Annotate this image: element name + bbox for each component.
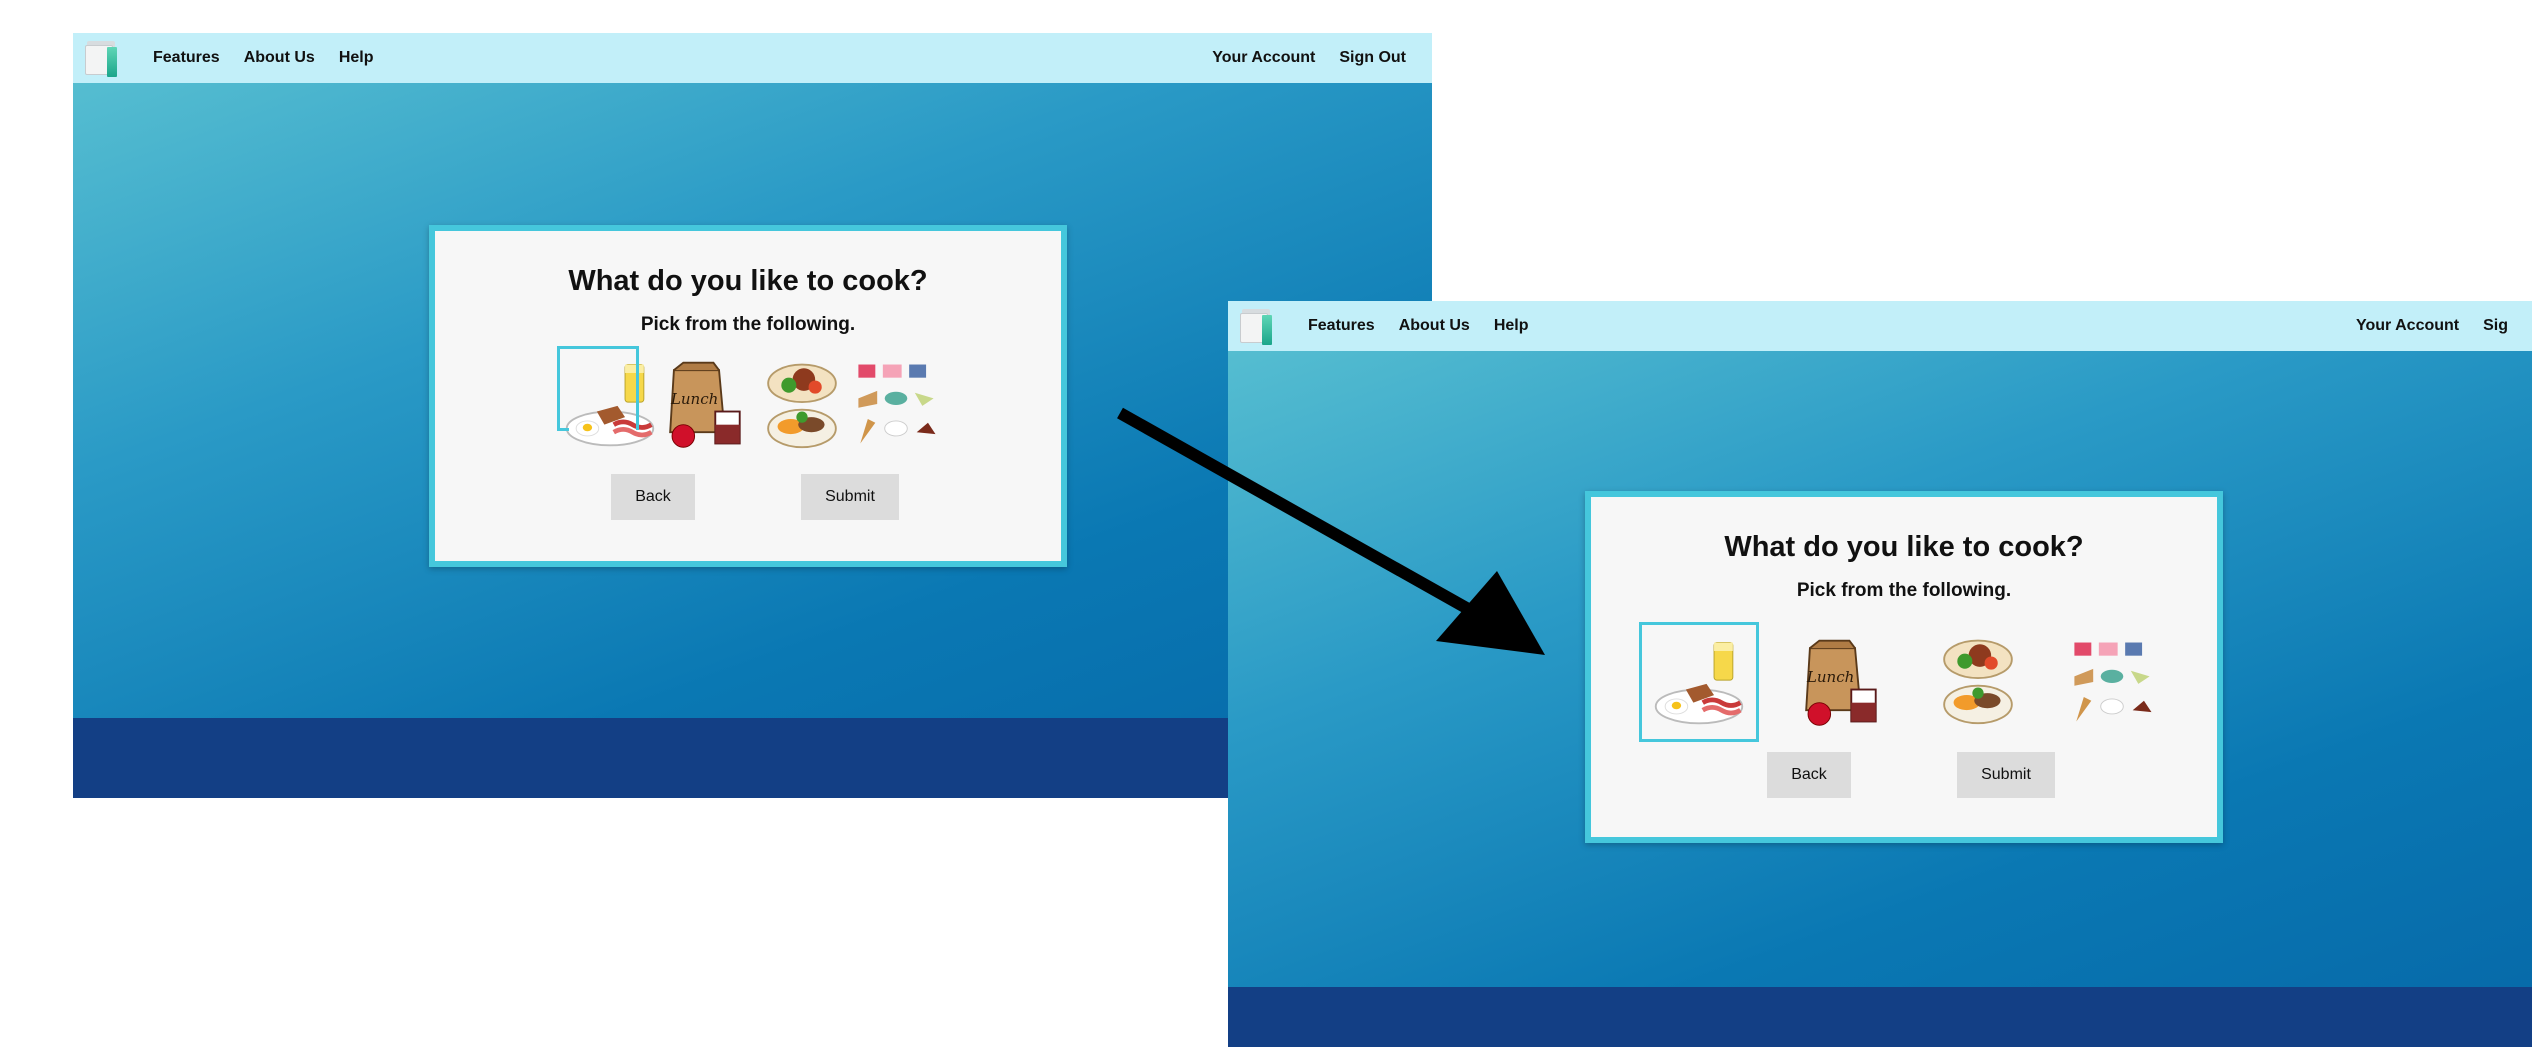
transition-arrow-icon xyxy=(1117,407,1545,655)
